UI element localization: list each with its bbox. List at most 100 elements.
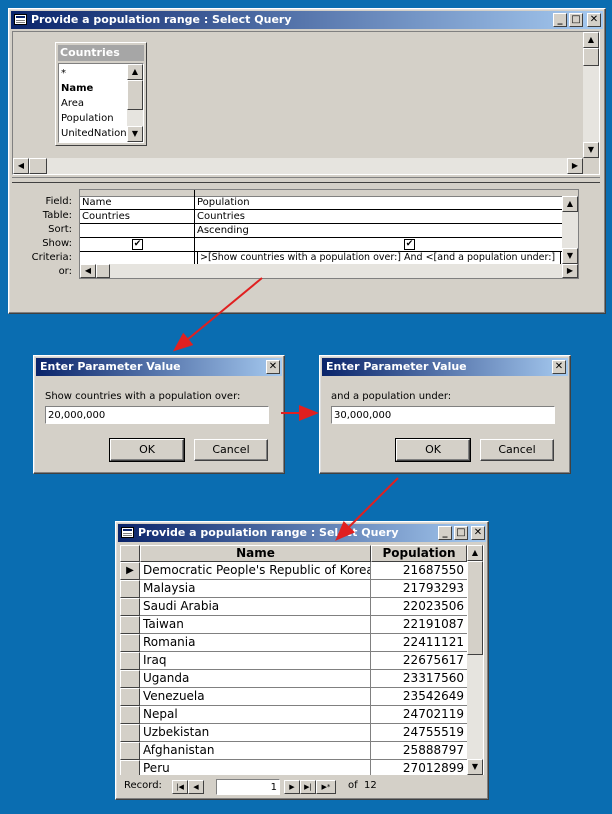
cell-population[interactable]: 25888797 [371, 742, 467, 760]
column-header-name[interactable]: Name [140, 545, 371, 562]
cell-table-population[interactable]: Countries [195, 210, 578, 223]
scroll-thumb[interactable] [29, 158, 47, 174]
pane-splitter[interactable] [12, 177, 600, 183]
previous-record-icon[interactable]: ◀ [188, 780, 204, 794]
current-record-indicator-icon[interactable]: ▶ [120, 562, 140, 580]
query-window-titlebar[interactable]: Provide a population range : Select Quer… [11, 11, 603, 29]
scroll-thumb[interactable] [96, 264, 110, 278]
table-row[interactable]: Venezuela 23542649 [120, 688, 472, 706]
row-selector[interactable] [120, 598, 140, 616]
grid-horizontal-scrollbar[interactable]: ◀ ▶ [80, 264, 578, 278]
row-selector[interactable] [120, 580, 140, 598]
cell-population[interactable]: 27012899 [371, 760, 467, 775]
dialog-title[interactable]: Enter Parameter Value [36, 358, 282, 376]
field-list-item[interactable]: * [61, 66, 127, 81]
cell-name[interactable]: Taiwan [140, 616, 371, 634]
parameter-input-under[interactable] [331, 406, 555, 424]
table-row[interactable]: Afghanistan 25888797 [120, 742, 472, 760]
maximize-icon[interactable]: □ [454, 526, 468, 540]
scroll-thumb[interactable] [583, 48, 599, 66]
field-list-item[interactable]: Area [61, 96, 127, 111]
table-row[interactable]: Romania 22411121 [120, 634, 472, 652]
show-checkbox-name[interactable]: ✔ [132, 239, 143, 250]
close-icon[interactable]: ✕ [552, 360, 566, 374]
cell-criteria-population[interactable]: >[Show countries with a population over:… [197, 251, 561, 265]
scroll-up-icon[interactable]: ▲ [467, 545, 483, 561]
countries-field-list[interactable]: Countries * Name Area Population UnitedNatio… [55, 42, 147, 146]
first-record-icon[interactable]: |◀ [172, 780, 188, 794]
scroll-left-icon[interactable]: ◀ [80, 264, 96, 278]
cancel-button[interactable]: Cancel [194, 439, 268, 461]
table-row[interactable]: Uganda 23317560 [120, 670, 472, 688]
datasheet-vertical-scrollbar[interactable]: ▲ ▼ [467, 545, 483, 775]
pane-horizontal-scrollbar[interactable]: ◀ ▶ [13, 158, 583, 174]
cell-population[interactable]: 21687550 [371, 562, 467, 580]
show-checkbox-population[interactable]: ✔ [404, 239, 415, 250]
cell-name[interactable]: Nepal [140, 706, 371, 724]
minimize-icon[interactable]: _ [553, 13, 567, 27]
scroll-thumb[interactable] [127, 80, 143, 110]
cell-name[interactable]: Saudi Arabia [140, 598, 371, 616]
row-selector[interactable] [120, 706, 140, 724]
row-selector[interactable] [120, 670, 140, 688]
cell-population[interactable]: 22675617 [371, 652, 467, 670]
table-row[interactable]: Saudi Arabia 22023506 [120, 598, 472, 616]
minimize-icon[interactable]: _ [438, 526, 452, 540]
next-record-icon[interactable]: ▶ [284, 780, 300, 794]
row-selector[interactable] [120, 742, 140, 760]
cell-population[interactable]: 24755519 [371, 724, 467, 742]
scroll-up-icon[interactable]: ▲ [583, 32, 599, 48]
table-row[interactable]: ▶ Democratic People's Republic of Korea 21… [120, 562, 472, 580]
row-selector[interactable] [120, 724, 140, 742]
grid-vertical-scrollbar[interactable]: ▲ ▼ [562, 196, 578, 264]
scroll-down-icon[interactable]: ▼ [467, 759, 483, 775]
table-row[interactable]: Peru 27012899 [120, 760, 472, 775]
cell-name[interactable]: Uganda [140, 670, 371, 688]
dialog-title[interactable]: Enter Parameter Value [322, 358, 568, 376]
close-icon[interactable]: ✕ [471, 526, 485, 540]
row-selector[interactable] [120, 652, 140, 670]
scroll-right-icon[interactable]: ▶ [562, 264, 578, 278]
parameter-input-over[interactable] [45, 406, 269, 424]
cell-name[interactable]: Peru [140, 760, 371, 775]
scroll-down-icon[interactable]: ▼ [127, 126, 143, 142]
table-row[interactable]: Taiwan 22191087 [120, 616, 472, 634]
scroll-down-icon[interactable]: ▼ [562, 248, 578, 264]
maximize-icon[interactable]: □ [569, 13, 583, 27]
pane-vertical-scrollbar[interactable]: ▲ ▼ [583, 32, 599, 158]
close-icon[interactable]: ✕ [587, 13, 601, 27]
ok-button[interactable]: OK [109, 438, 185, 462]
table-row[interactable]: Iraq 22675617 [120, 652, 472, 670]
scroll-right-icon[interactable]: ▶ [567, 158, 583, 174]
cell-population[interactable]: 23317560 [371, 670, 467, 688]
cell-table-name[interactable]: Countries [80, 210, 194, 223]
cell-name[interactable]: Malaysia [140, 580, 371, 598]
row-selector[interactable] [120, 688, 140, 706]
column-header-population[interactable]: Population [371, 545, 467, 562]
new-record-icon[interactable]: ▶* [316, 780, 336, 794]
field-list-title[interactable]: Countries [58, 45, 144, 61]
scroll-thumb[interactable] [467, 561, 483, 655]
cell-population[interactable]: 22191087 [371, 616, 467, 634]
close-icon[interactable]: ✕ [266, 360, 280, 374]
cell-population[interactable]: 23542649 [371, 688, 467, 706]
table-row[interactable]: Uzbekistan 24755519 [120, 724, 472, 742]
cell-name[interactable]: Uzbekistan [140, 724, 371, 742]
scroll-down-icon[interactable]: ▼ [583, 142, 599, 158]
last-record-icon[interactable]: ▶| [300, 780, 316, 794]
cell-name[interactable]: Venezuela [140, 688, 371, 706]
table-row[interactable]: Malaysia 21793293 [120, 580, 472, 598]
field-list-item[interactable]: Name [61, 81, 127, 96]
scroll-up-icon[interactable]: ▲ [127, 64, 143, 80]
field-list-item[interactable]: UnitedNations [61, 126, 127, 141]
cell-name[interactable]: Afghanistan [140, 742, 371, 760]
row-selector[interactable] [120, 634, 140, 652]
cancel-button[interactable]: Cancel [480, 439, 554, 461]
results-window-titlebar[interactable]: Provide a population range : Select Quer… [118, 524, 486, 542]
row-selector[interactable] [120, 616, 140, 634]
table-row[interactable]: Nepal 24702119 [120, 706, 472, 724]
ok-button[interactable]: OK [395, 438, 471, 462]
cell-population[interactable]: 22411121 [371, 634, 467, 652]
current-record-input[interactable] [216, 779, 280, 795]
cell-field-population[interactable]: Population [195, 196, 578, 209]
